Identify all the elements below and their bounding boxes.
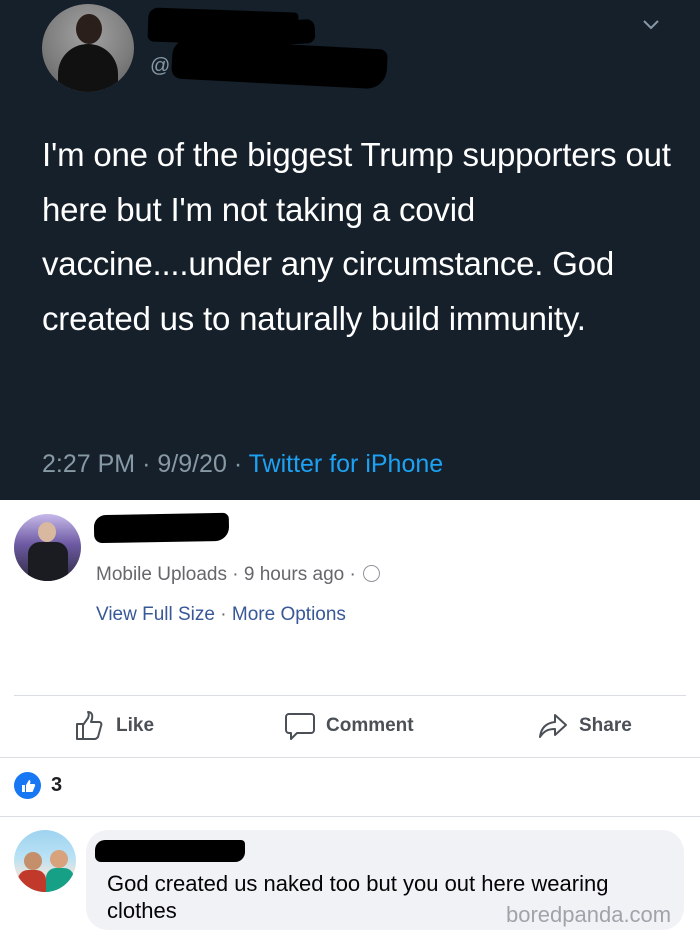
- like-reaction-icon: [14, 772, 41, 799]
- tweet-metadata: 2:27 PM · 9/9/20 · Twitter for iPhone: [42, 450, 443, 479]
- commenter-avatar[interactable]: [14, 830, 76, 892]
- globe-icon: [363, 565, 381, 582]
- chevron-down-icon[interactable]: [640, 14, 662, 36]
- like-button[interactable]: Like: [74, 708, 154, 744]
- redacted-commenter-name: [95, 840, 245, 862]
- meta-separator: ·: [142, 450, 151, 478]
- meta-separator: ·: [232, 564, 239, 585]
- like-label: Like: [116, 715, 155, 736]
- actions-divider-top: [14, 695, 686, 696]
- photo-options: View Full Size · More Options: [96, 604, 346, 626]
- share-label: Share: [579, 715, 632, 736]
- poster-avatar[interactable]: [14, 514, 81, 581]
- redacted-poster-name: [93, 512, 230, 544]
- tweet-time: 2:27 PM: [42, 450, 136, 478]
- tweet-handle-prefix: @: [150, 55, 171, 77]
- reaction-summary[interactable]: 3: [14, 772, 62, 799]
- meta-separator: ·: [349, 564, 356, 585]
- avatar-head: [76, 14, 102, 44]
- share-arrow-icon: [539, 714, 567, 738]
- avatar-head: [38, 522, 56, 542]
- tweet-source-link[interactable]: Twitter for iPhone: [249, 450, 444, 478]
- meta-separator: ·: [233, 450, 243, 478]
- tweet-text: I'm one of the biggest Trump supporters …: [42, 136, 671, 337]
- post-timestamp[interactable]: 9 hours ago: [244, 564, 344, 585]
- watermark: boredpanda.com: [506, 902, 672, 927]
- avatar-torso: [58, 44, 118, 92]
- tweet-date: 9/9/20: [157, 450, 227, 478]
- reaction-count: 3: [51, 774, 63, 796]
- avatar-face: [24, 852, 42, 870]
- meta-separator: ·: [220, 604, 227, 625]
- avatar-figure: [46, 868, 74, 892]
- comments-divider: [0, 816, 700, 817]
- tweet-avatar[interactable]: [42, 4, 134, 92]
- comment-bubble-icon: [285, 713, 315, 740]
- thumbs-up-icon: [21, 779, 35, 792]
- post-meta: Mobile Uploads · 9 hours ago ·: [96, 564, 381, 586]
- view-full-size-link[interactable]: View Full Size: [96, 604, 215, 625]
- avatar-body: [28, 542, 68, 581]
- comment-button[interactable]: Comment: [284, 708, 414, 744]
- more-options-link[interactable]: More Options: [232, 604, 346, 625]
- avatar-figure: [18, 870, 46, 892]
- actions-divider-bottom: [0, 757, 700, 758]
- album-link[interactable]: Mobile Uploads: [96, 564, 227, 585]
- thumbs-up-icon: [76, 711, 103, 740]
- share-button[interactable]: Share: [537, 708, 632, 744]
- comment-label: Comment: [326, 715, 414, 736]
- tweet-card: @ I'm one of the biggest Trump supporter…: [0, 0, 700, 500]
- redacted-handle: [171, 38, 388, 90]
- avatar-face: [50, 850, 68, 868]
